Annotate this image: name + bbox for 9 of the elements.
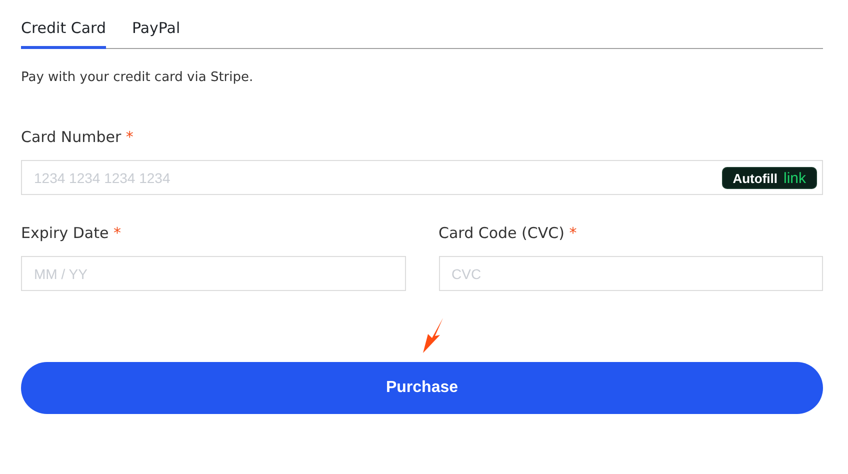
description-text: Pay with your credit card via Stripe. xyxy=(21,70,254,85)
field-label: Expiry Date * xyxy=(21,224,122,242)
autofill-button[interactable]: Autofill link xyxy=(722,167,817,189)
payment-tab[interactable]: PayPal xyxy=(132,16,180,49)
purchase-button[interactable]: Purchase xyxy=(21,362,823,414)
field-label: Card Code (CVC) * xyxy=(438,224,578,242)
arrow-icon xyxy=(422,318,444,354)
payment-tab[interactable]: Credit Card xyxy=(21,16,106,49)
field-label: Card Number * xyxy=(21,128,134,146)
